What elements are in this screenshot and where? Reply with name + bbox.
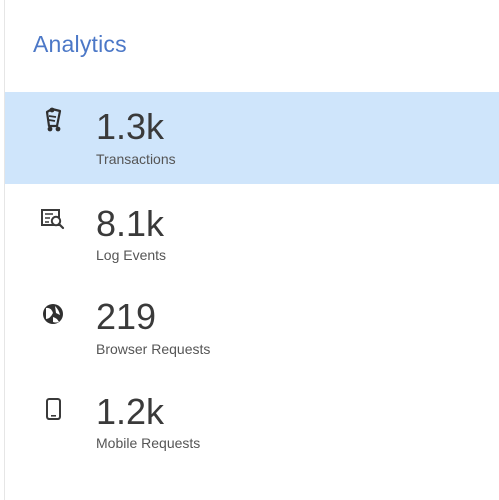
stat-value: 219 [96, 296, 157, 337]
stat-label: Transactions [96, 151, 176, 167]
stat-value: 8.1k [96, 203, 165, 244]
stat-value: 1.2k [96, 391, 165, 432]
transactions-icon [45, 107, 62, 132]
stat-item-log-events[interactable]: 8.1k Log Events [5, 191, 499, 283]
analytics-panel: Analytics 1.3k Transactions 8.1k Log Eve… [0, 0, 499, 500]
browser-requests-icon [43, 304, 63, 324]
panel-title: Analytics [33, 31, 127, 57]
stat-label: Log Events [96, 247, 167, 263]
stat-value: 1.3k [96, 106, 165, 147]
stat-item-browser-requests[interactable]: 219 Browser Requests [5, 286, 499, 378]
stat-label: Browser Requests [96, 341, 211, 357]
stat-item-transactions[interactable]: 1.3k Transactions [5, 92, 499, 184]
stat-label: Mobile Requests [96, 435, 201, 451]
mobile-requests-icon [46, 398, 61, 420]
log-events-icon [41, 209, 65, 230]
stat-item-mobile-requests[interactable]: 1.2k Mobile Requests [5, 379, 499, 471]
